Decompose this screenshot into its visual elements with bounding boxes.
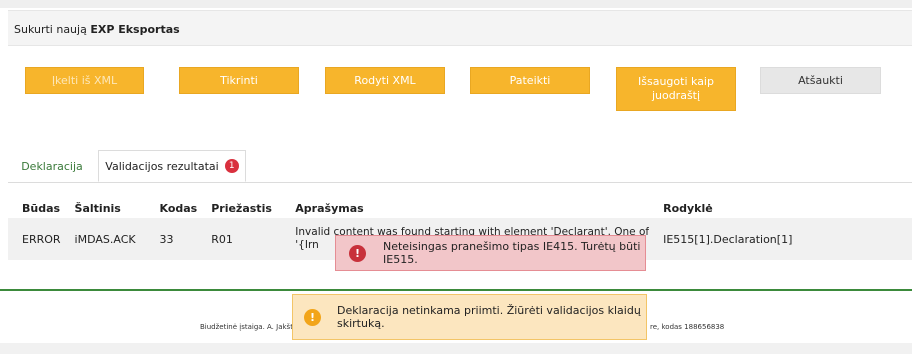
cancel-button[interactable]: Atšaukti: [760, 67, 881, 94]
show-xml-button[interactable]: Rodyti XML: [325, 67, 445, 94]
table-header-row: Būdas Šaltinis Kodas Priežastis Aprašyma…: [8, 198, 912, 218]
warning-toast[interactable]: ! Deklaracija netinkama priimti. Žiūrėti…: [292, 294, 647, 340]
cell-mode: ERROR: [8, 218, 61, 260]
top-band: [0, 0, 912, 8]
page-title-bold: EXP Eksportas: [90, 23, 180, 36]
exclamation-circle-icon: !: [304, 308, 321, 326]
tab-validation-results-label: Validacijos rezultatai: [105, 159, 219, 173]
column-header-description: Aprašymas: [295, 201, 364, 215]
column-header-source: Šaltinis: [74, 201, 121, 215]
column-header-code: Kodas: [159, 201, 198, 215]
page-title-prefix: Sukurti naują: [14, 23, 87, 36]
tab-declaration-label: Deklaracija: [21, 159, 83, 173]
check-button[interactable]: Tikrinti: [179, 67, 299, 94]
cell-reason: R01: [197, 218, 282, 260]
cell-code: 33: [145, 218, 198, 260]
column-header-pointer: Rodyklė: [663, 201, 713, 215]
column-header-reason: Priežastis: [211, 201, 272, 215]
submit-button[interactable]: Pateikti: [470, 67, 590, 94]
warning-toast-message: Deklaracija netinkama priimti. Žiūrėti v…: [337, 304, 641, 330]
upload-xml-button[interactable]: Įkelti iš XML: [25, 67, 144, 94]
footer-right-text: re, kodas 188656838: [650, 323, 725, 331]
column-header-mode: Būdas: [22, 201, 61, 215]
tab-validation-results[interactable]: Validacijos rezultatai 1: [98, 150, 246, 182]
error-count-badge: 1: [224, 159, 239, 173]
cell-pointer: IE515[1].Declaration[1]: [649, 218, 912, 260]
error-toast-message: Neteisingas pranešimo tipas IE415. Turėt…: [383, 240, 641, 266]
exclamation-circle-icon: !: [349, 244, 366, 262]
tab-declaration[interactable]: Deklaracija: [8, 150, 96, 182]
page-header: Sukurti naują EXP Eksportas: [8, 10, 912, 46]
page-title: Sukurti naują EXP Eksportas: [14, 23, 180, 36]
error-toast[interactable]: ! Neteisingas pranešimo tipas IE415. Tur…: [335, 235, 646, 271]
cell-source: iMDAS.ACK: [60, 218, 146, 260]
tab-bar: Deklaracija Validacijos rezultatai 1: [8, 150, 912, 183]
save-draft-button[interactable]: Išsaugoti kaip juodraštį: [616, 67, 736, 111]
bottom-band: [0, 343, 912, 354]
footer-left-text: Biudžetinė įstaiga. A. Jakšto: [200, 323, 298, 331]
